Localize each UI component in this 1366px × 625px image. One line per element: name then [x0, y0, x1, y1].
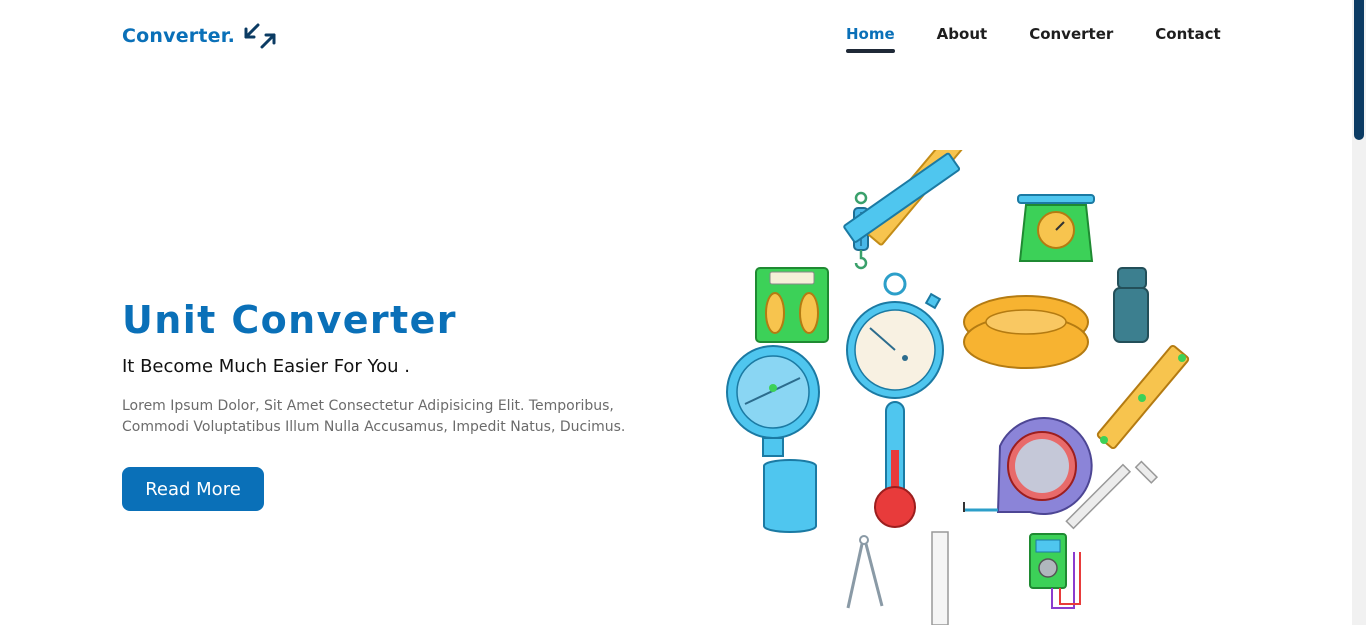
nav-converter[interactable]: Converter — [1029, 25, 1113, 43]
measuring-tools-illustration — [726, 150, 1190, 625]
tape-measure-icon — [963, 417, 1093, 515]
nav-home-label: Home — [846, 25, 895, 43]
arrows-diagonal-icon — [244, 23, 276, 49]
spirit-level-icon — [1096, 344, 1190, 450]
kitchen-scale-icon — [1017, 194, 1095, 262]
beaker-icon — [763, 459, 817, 533]
nav-about[interactable]: About — [937, 25, 988, 43]
hero-subtitle: It Become Much Easier For You . — [122, 356, 411, 377]
thermometer-icon — [874, 401, 916, 528]
bathroom-scale-icon — [755, 267, 829, 343]
nav-home[interactable]: Home — [846, 25, 895, 53]
measuring-tape-roll-icon — [963, 295, 1089, 369]
main-nav: Home About Converter Contact — [846, 25, 1221, 53]
scrollbar-thumb[interactable] — [1354, 0, 1364, 140]
read-more-button[interactable]: Read More — [122, 467, 264, 511]
nav-contact[interactable]: Contact — [1155, 25, 1220, 43]
brand-name: Converter. — [122, 25, 236, 47]
drawing-compass-icon — [846, 535, 884, 609]
hero-description: Lorem Ipsum Dolor, Sit Amet Consectetur … — [122, 398, 626, 435]
brand-logo[interactable]: Converter. — [122, 22, 277, 50]
vertical-ruler-icon — [931, 531, 949, 625]
stopwatch-icon — [846, 272, 944, 399]
ruler-icon — [843, 150, 967, 246]
weight-icon — [1113, 267, 1149, 343]
pressure-gauge-icon — [726, 345, 820, 457]
page-scrollbar[interactable] — [1352, 0, 1366, 625]
multimeter-icon — [1029, 533, 1081, 609]
hero-title: Unit Converter — [122, 298, 457, 342]
nav-active-indicator — [846, 49, 895, 53]
